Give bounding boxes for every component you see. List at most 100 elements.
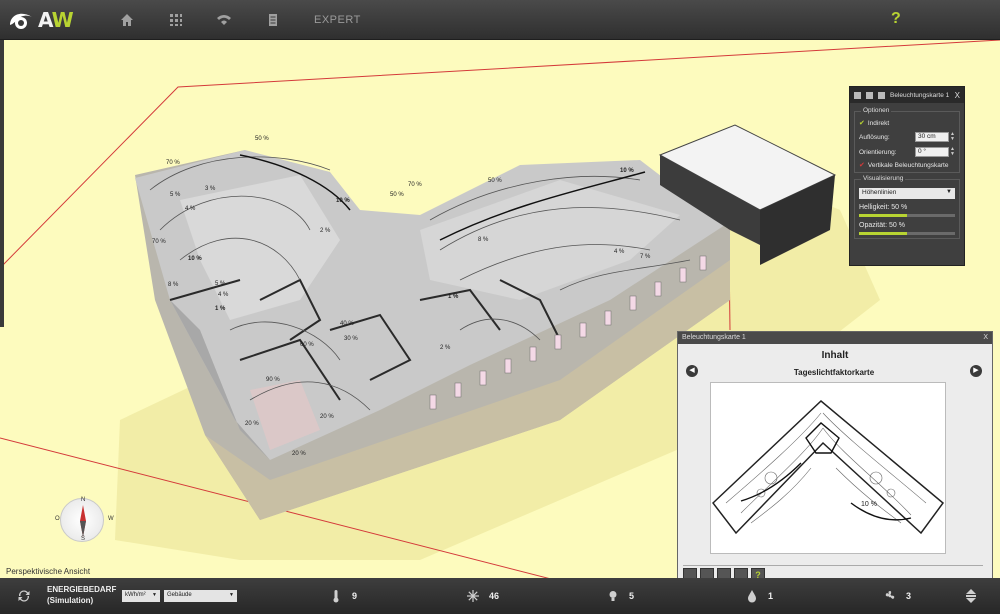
map-panel-header[interactable]: Beleuchtungskarte 1 X (678, 332, 992, 344)
optionen-group: Optionen ✔ Indirekt Auflösung: 30 cm ▲ ▼ O… (854, 107, 960, 173)
svg-text:5 %: 5 % (170, 192, 181, 198)
check-icon: ✔ (859, 162, 865, 169)
svg-text:70 %: 70 % (152, 239, 166, 245)
drop-icon (748, 590, 756, 603)
orientierung-input[interactable]: 0 ° (915, 147, 949, 157)
top-bar: AW EXPERT ? (0, 0, 1000, 40)
options-panel: Beleuchtungskarte 1 X Optionen ✔ Indirekt… (849, 86, 965, 266)
stat-ventilation[interactable]: 3 (884, 589, 911, 603)
next-arrow-button[interactable]: ▶ (970, 365, 982, 377)
stat-cooling[interactable]: 46 (467, 589, 499, 603)
visualisierung-select[interactable]: Höhenlinien ▼ (859, 188, 955, 199)
options-close-button[interactable]: X (955, 91, 960, 100)
map-plan-drawing: 10 % (711, 399, 945, 535)
svg-text:90 %: 90 % (266, 377, 280, 383)
svg-text:50 %: 50 % (255, 136, 269, 142)
fan-icon (885, 591, 895, 599)
compass[interactable]: N S O W (55, 497, 114, 542)
orientierung-spinner[interactable]: ▲ ▼ (950, 147, 955, 157)
check-icon: ✔ (859, 120, 865, 127)
map-subtitle: Tageslichtfaktorkarte (793, 367, 875, 377)
opazitaet-slider[interactable] (859, 232, 955, 235)
app-logo[interactable]: AW (8, 6, 74, 34)
orientierung-label: Orientierung: (859, 148, 897, 156)
stat-cooling-value: 46 (489, 591, 500, 601)
visualisierung-legend: Visualisierung (861, 175, 906, 182)
visualisierung-group: Visualisierung Höhenlinien ▼ Helligkeit: … (854, 175, 960, 239)
svg-text:10 %: 10 % (336, 198, 350, 204)
helligkeit-label: Helligkeit: 50 % (859, 204, 908, 211)
svg-text:70 %: 70 % (408, 182, 422, 188)
svg-text:2 %: 2 % (440, 345, 451, 351)
chevron-down-icon: ▼ (946, 189, 952, 195)
stat-water[interactable]: 1 (746, 589, 773, 603)
svg-text:4 %: 4 % (218, 292, 229, 298)
save-icon[interactable] (878, 91, 885, 99)
home-icon[interactable] (119, 12, 135, 28)
daylight-factor-map[interactable]: 10 % (710, 382, 946, 554)
bottom-bar: ENERGIEBEDARF (Simulation) kWh/m² ▼ Gebäu… (0, 578, 1000, 614)
svg-text:2 %: 2 % (320, 228, 331, 234)
orientierung-row: Orientierung: 0 ° ▲ ▼ (859, 147, 955, 157)
map-subtitle-bar: ◀ Tageslichtfaktorkarte ▶ (686, 365, 982, 379)
stat-water-value: 1 (768, 591, 774, 601)
vertikale-checkbox[interactable]: ✔ Vertikale Beleuchtungskarte (859, 161, 955, 170)
compass-n: N (81, 497, 86, 503)
svg-text:70 %: 70 % (166, 160, 180, 166)
svg-text:8 %: 8 % (478, 237, 489, 243)
stat-ventilation-value: 3 (906, 591, 912, 601)
chevron-down-icon: ▼ (229, 592, 234, 598)
svg-text:4 %: 4 % (185, 206, 196, 212)
expert-tab[interactable]: EXPERT (314, 14, 361, 26)
map-close-button[interactable]: X (983, 334, 988, 342)
options-panel-title: Beleuchtungskarte 1 (890, 91, 950, 99)
unit-select[interactable]: kWh/m² ▼ (122, 590, 160, 602)
map-panel-title: Inhalt (821, 350, 849, 361)
svg-text:7 %: 7 % (640, 254, 651, 260)
aufloesung-label: Auflösung: (859, 133, 890, 141)
document-icon[interactable] (265, 12, 281, 28)
stat-lighting-value: 5 (629, 591, 635, 601)
compass-s: S (81, 536, 86, 542)
svg-text:10 %: 10 % (188, 256, 202, 262)
svg-text:20 %: 20 % (245, 421, 259, 427)
helligkeit-fill (859, 214, 907, 217)
options-panel-header[interactable]: Beleuchtungskarte 1 X (850, 87, 964, 103)
svg-text:20 %: 20 % (292, 451, 306, 457)
energy-subtitle: (Simulation) (47, 596, 94, 605)
help-small-icon[interactable] (854, 91, 861, 99)
scope-select[interactable]: Gebäude ▼ (164, 590, 237, 602)
list-icon[interactable] (866, 91, 873, 99)
wifi-icon[interactable] (216, 12, 232, 28)
sun-icon (467, 590, 479, 602)
stat-heating[interactable]: 9 (330, 589, 357, 603)
aufloesung-spinner[interactable]: ▲ ▼ (950, 132, 955, 142)
svg-text:20 %: 20 % (320, 414, 334, 420)
svg-text:1 %: 1 % (448, 294, 459, 300)
compass-o: O (55, 516, 60, 522)
grid-icon[interactable] (168, 12, 184, 28)
helligkeit-slider[interactable] (859, 214, 955, 217)
svg-text:8 %: 8 % (168, 282, 179, 288)
map-contour-label: 10 % (861, 501, 877, 508)
refresh-icon[interactable] (16, 588, 32, 604)
svg-text:30 %: 30 % (344, 336, 358, 342)
aufloesung-row: Auflösung: 30 cm ▲ ▼ (859, 132, 955, 142)
expand-icon[interactable] (965, 588, 977, 604)
chevron-down-icon: ▼ (152, 592, 157, 598)
left-panel-strip[interactable] (0, 40, 4, 327)
lighting-map-panel: Beleuchtungskarte 1 X Inhalt ◀ Tageslich… (677, 331, 993, 588)
help-button[interactable]: ? (891, 10, 901, 28)
stat-lighting[interactable]: 5 (607, 589, 634, 603)
prev-arrow-button[interactable]: ◀ (686, 365, 698, 377)
svg-text:10 %: 10 % (620, 168, 634, 174)
indirekt-checkbox[interactable]: ✔ Indirekt (859, 119, 955, 128)
opazitaet-label: Opazität: 50 % (859, 222, 905, 229)
view-label: Perspektivische Ansicht (6, 567, 91, 576)
svg-text:50 %: 50 % (390, 192, 404, 198)
energy-title: ENERGIEBEDARF (47, 585, 117, 594)
aufloesung-input[interactable]: 30 cm (915, 132, 949, 142)
svg-text:1 %: 1 % (215, 306, 226, 312)
logo-icon (10, 13, 32, 29)
stat-heating-value: 9 (352, 591, 358, 601)
